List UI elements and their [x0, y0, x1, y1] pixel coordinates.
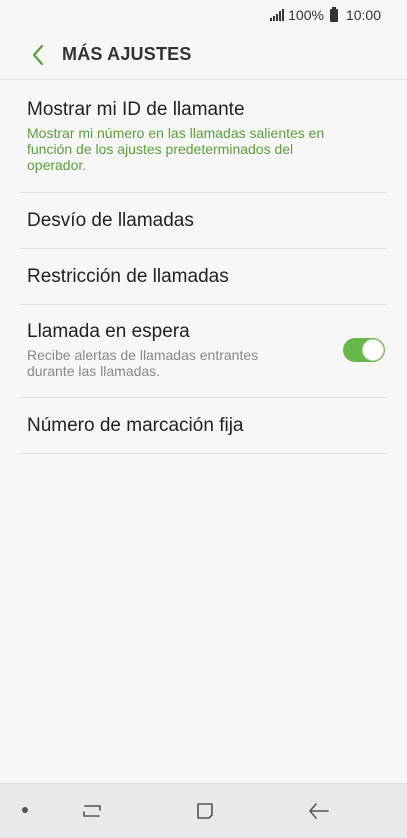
setting-call-waiting-title: Llamada en espera	[27, 321, 190, 342]
setting-call-forwarding-title: Desvío de llamadas	[27, 209, 194, 231]
nav-indicator-dot	[22, 807, 28, 813]
battery-icon	[329, 6, 338, 22]
home-icon[interactable]	[191, 797, 219, 825]
status-bar: 100% 10:00	[0, 0, 407, 30]
setting-caller-id-subtitle: Mostrar mi número en las llamadas salien…	[27, 125, 325, 173]
setting-fixed-dialing-title: Número de marcación fija	[27, 414, 244, 436]
recent-apps-icon[interactable]	[78, 797, 106, 825]
setting-call-barring-title: Restricción de llamadas	[27, 265, 229, 287]
call-waiting-toggle[interactable]	[343, 338, 385, 362]
setting-call-waiting[interactable]: Llamada en espera Recibe alertas de llam…	[20, 305, 387, 398]
setting-caller-id-title: Mostrar mi ID de llamante	[27, 99, 245, 120]
setting-call-barring[interactable]: Restricción de llamadas	[20, 249, 387, 305]
setting-fixed-dialing[interactable]: Número de marcación fija	[20, 398, 387, 454]
setting-call-waiting-subtitle: Recibe alertas de llamadas entrantes dur…	[27, 347, 259, 379]
battery-percentage: 100%	[288, 7, 324, 23]
navigation-bar	[0, 783, 407, 838]
chevron-left-icon[interactable]	[18, 35, 58, 75]
clock: 10:00	[345, 7, 381, 23]
signal-icon	[270, 9, 285, 21]
app-bar: MÁS AJUSTES	[0, 30, 407, 80]
settings-list: Mostrar mi ID de llamante Mostrar mi núm…	[20, 81, 387, 454]
back-arrow-icon[interactable]	[305, 797, 333, 825]
page-title: MÁS AJUSTES	[62, 44, 192, 64]
setting-call-forwarding[interactable]: Desvío de llamadas	[20, 193, 387, 249]
toggle-knob	[362, 339, 384, 361]
setting-caller-id[interactable]: Mostrar mi ID de llamante Mostrar mi núm…	[20, 81, 387, 193]
